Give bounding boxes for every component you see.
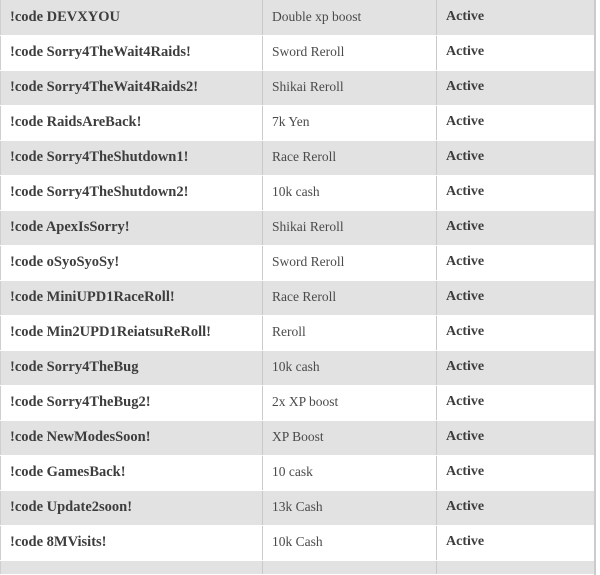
cell-reward: 10 cask — [262, 455, 437, 491]
cell-status: Active — [436, 175, 595, 211]
cell-code[interactable]: !code Sorry4TheWait4Raids! — [0, 35, 263, 71]
cell-code — [0, 560, 263, 575]
table-row: !code Sorry4TheShutdown2! 10k cash Active — [0, 175, 595, 211]
cell-reward: Sword Reroll — [262, 35, 437, 71]
cell-code[interactable]: !code Sorry4TheShutdown1! — [0, 140, 263, 176]
cell-status: Active — [436, 70, 595, 106]
cell-status: Active — [436, 350, 595, 386]
cell-status: Active — [436, 105, 595, 141]
cell-reward: Shikai Reroll — [262, 70, 437, 106]
table-row: !code 8MVisits! 10k Cash Active — [0, 525, 595, 561]
table-row: !code Sorry4TheWait4Raids2! Shikai Reroll… — [0, 70, 595, 106]
cell-status: Active — [436, 315, 595, 351]
cell-code[interactable]: !code oSyoSyoSy! — [0, 245, 263, 281]
table-row: !code Sorry4TheShutdown1! Race Reroll Acti… — [0, 140, 595, 176]
cell-reward: Double xp boost — [262, 0, 437, 36]
cell-code[interactable]: !code Min2UPD1ReiatsuReRoll! — [0, 315, 263, 351]
cell-reward: 10k cash — [262, 175, 437, 211]
cell-status: Active — [436, 140, 595, 176]
cell-code[interactable]: !code RaidsAreBack! — [0, 105, 263, 141]
cell-reward: 10k Cash — [262, 525, 437, 561]
table-row: !code MiniUPD1RaceRoll! Race Reroll Active — [0, 280, 595, 316]
table-row: !code NewModesSoon! XP Boost Active — [0, 420, 595, 456]
cell-reward: Shikai Reroll — [262, 210, 437, 246]
table-row: !code Min2UPD1ReiatsuReRoll! Reroll Active — [0, 315, 595, 351]
table-row-partial — [0, 560, 595, 575]
cell-reward: 10k cash — [262, 350, 437, 386]
cell-code[interactable]: !code Sorry4TheWait4Raids2! — [0, 70, 263, 106]
table-row: !code GamesBack! 10 cask Active — [0, 455, 595, 491]
cell-reward: Sword Reroll — [262, 245, 437, 281]
cell-status: Active — [436, 245, 595, 281]
cell-code[interactable]: !code NewModesSoon! — [0, 420, 263, 456]
codes-table: !code DEVXYOU Double xp boost Active !code … — [0, 0, 596, 575]
cell-code[interactable]: !code Sorry4TheShutdown2! — [0, 175, 263, 211]
table-row: !code ApexIsSorry! Shikai Reroll Active — [0, 210, 595, 246]
table-row: !code Sorry4TheBug 10k cash Active — [0, 350, 595, 386]
table-row: !code oSyoSyoSy! Sword Reroll Active — [0, 245, 595, 281]
cell-reward: Race Reroll — [262, 140, 437, 176]
cell-reward: XP Boost — [262, 420, 437, 456]
cell-code[interactable]: !code GamesBack! — [0, 455, 263, 491]
cell-status: Active — [436, 525, 595, 561]
table-row: !code RaidsAreBack! 7k Yen Active — [0, 105, 595, 141]
cell-status: Active — [436, 455, 595, 491]
cell-code[interactable]: !code Update2soon! — [0, 490, 263, 526]
cell-status: Active — [436, 420, 595, 456]
table-row: !code Update2soon! 13k Cash Active — [0, 490, 595, 526]
cell-status: Active — [436, 0, 595, 36]
cell-code[interactable]: !code Sorry4TheBug — [0, 350, 263, 386]
cell-reward: Reroll — [262, 315, 437, 351]
cell-reward: 13k Cash — [262, 490, 437, 526]
codes-table-body: !code DEVXYOU Double xp boost Active !code … — [0, 0, 595, 575]
cell-status: Active — [436, 280, 595, 316]
cell-code[interactable]: !code MiniUPD1RaceRoll! — [0, 280, 263, 316]
cell-code[interactable]: !code DEVXYOU — [0, 0, 263, 36]
cell-status: Active — [436, 210, 595, 246]
cell-reward: 7k Yen — [262, 105, 437, 141]
cell-code[interactable]: !code 8MVisits! — [0, 525, 263, 561]
table-row: !code DEVXYOU Double xp boost Active — [0, 0, 595, 36]
cell-code[interactable]: !code ApexIsSorry! — [0, 210, 263, 246]
cell-status: Active — [436, 490, 595, 526]
cell-status — [436, 560, 595, 575]
cell-reward: 2x XP boost — [262, 385, 437, 421]
cell-reward: Race Reroll — [262, 280, 437, 316]
table-row: !code Sorry4TheWait4Raids! Sword Reroll Ac… — [0, 35, 595, 71]
cell-status: Active — [436, 385, 595, 421]
cell-code[interactable]: !code Sorry4TheBug2! — [0, 385, 263, 421]
cell-status: Active — [436, 35, 595, 71]
table-row: !code Sorry4TheBug2! 2x XP boost Active — [0, 385, 595, 421]
cell-reward — [262, 560, 437, 575]
